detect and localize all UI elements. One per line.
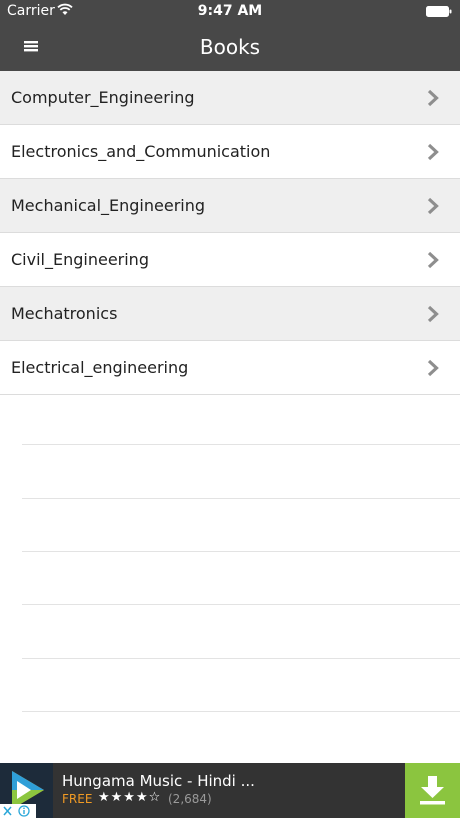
list-item-mechatronics[interactable]: Mechatronics	[0, 287, 460, 341]
ad-price: FREE	[62, 792, 93, 806]
ad-app-name: Hungama Music - Hindi ...	[62, 772, 255, 790]
list-item-label: Civil_Engineering	[11, 250, 149, 269]
chevron-right-icon	[427, 143, 439, 161]
chevron-right-icon	[427, 89, 439, 107]
list-item-computer-engineering[interactable]: Computer_Engineering	[0, 71, 460, 125]
list-item-electronics-and-communication[interactable]: Electronics_and_Communication	[0, 125, 460, 179]
page-title: Books	[199, 35, 261, 59]
chevron-right-icon	[427, 197, 439, 215]
list-item-label: Electrical_engineering	[11, 358, 189, 377]
adchoices-icon[interactable]	[0, 804, 36, 818]
chevron-right-icon	[427, 251, 439, 269]
ad-star-rating: ★★★★☆	[98, 790, 162, 805]
empty-row-separator	[22, 658, 460, 659]
list-item-label: Computer_Engineering	[11, 88, 195, 107]
list-item-label: Electronics_and_Communication	[11, 142, 271, 161]
ad-rating-count: (2,684)	[168, 792, 212, 806]
list-item-label: Mechatronics	[11, 304, 118, 323]
empty-row-separator	[22, 444, 460, 445]
empty-row-separator	[22, 551, 460, 552]
download-button[interactable]	[405, 763, 460, 818]
status-bar: Carrier 9:47 AM	[0, 0, 460, 22]
status-time: 9:47 AM	[197, 3, 263, 19]
list-item-civil-engineering[interactable]: Civil_Engineering	[0, 233, 460, 287]
list-item-label: Mechanical_Engineering	[11, 196, 206, 215]
empty-row-separator	[22, 498, 460, 499]
chevron-right-icon	[427, 305, 439, 323]
empty-row-separator	[22, 711, 460, 712]
download-icon	[420, 776, 445, 805]
empty-row-separator	[22, 604, 460, 605]
chevron-right-icon	[427, 359, 439, 377]
book-category-list: Computer_Engineering Electronics_and_Com…	[0, 71, 460, 395]
ad-banner[interactable]: Hungama Music - Hindi ... FREE ★★★★☆ (2,…	[0, 763, 460, 818]
list-item-electrical-engineering[interactable]: Electrical_engineering	[0, 341, 460, 395]
navigation-bar: Books	[0, 22, 460, 71]
list-item-mechanical-engineering[interactable]: Mechanical_Engineering	[0, 179, 460, 233]
battery-icon	[426, 6, 452, 17]
